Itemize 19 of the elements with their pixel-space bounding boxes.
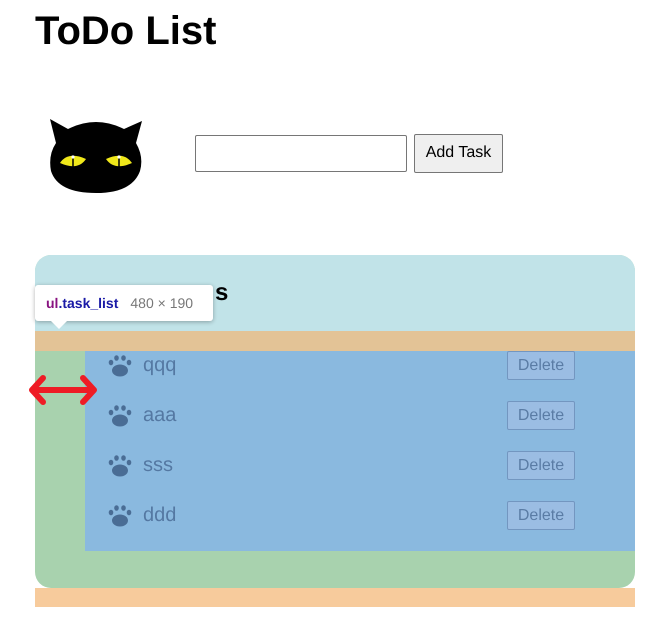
task-text: qqq [143,354,178,377]
task-text: sss [143,454,174,477]
delete-button[interactable]: Delete [507,501,575,530]
delete-button[interactable]: Delete [507,351,575,380]
page-title: ToDo List [35,8,218,54]
paw-icon [108,404,132,426]
paw-icon [108,354,132,376]
double-arrow [27,373,99,407]
section-heading: s [215,279,228,307]
task-text: ddd [143,504,178,527]
add-task-button[interactable]: Add Task [414,134,503,172]
paw-icon [108,504,132,526]
delete-button[interactable]: Delete [507,451,575,480]
selector-label: ul.task_list [46,295,118,311]
paw-icon [108,454,132,476]
delete-button[interactable]: Delete [507,401,575,430]
size-label: 480 × 190 [130,295,194,311]
task-text: aaa [143,404,178,427]
task-input[interactable] [195,134,407,172]
